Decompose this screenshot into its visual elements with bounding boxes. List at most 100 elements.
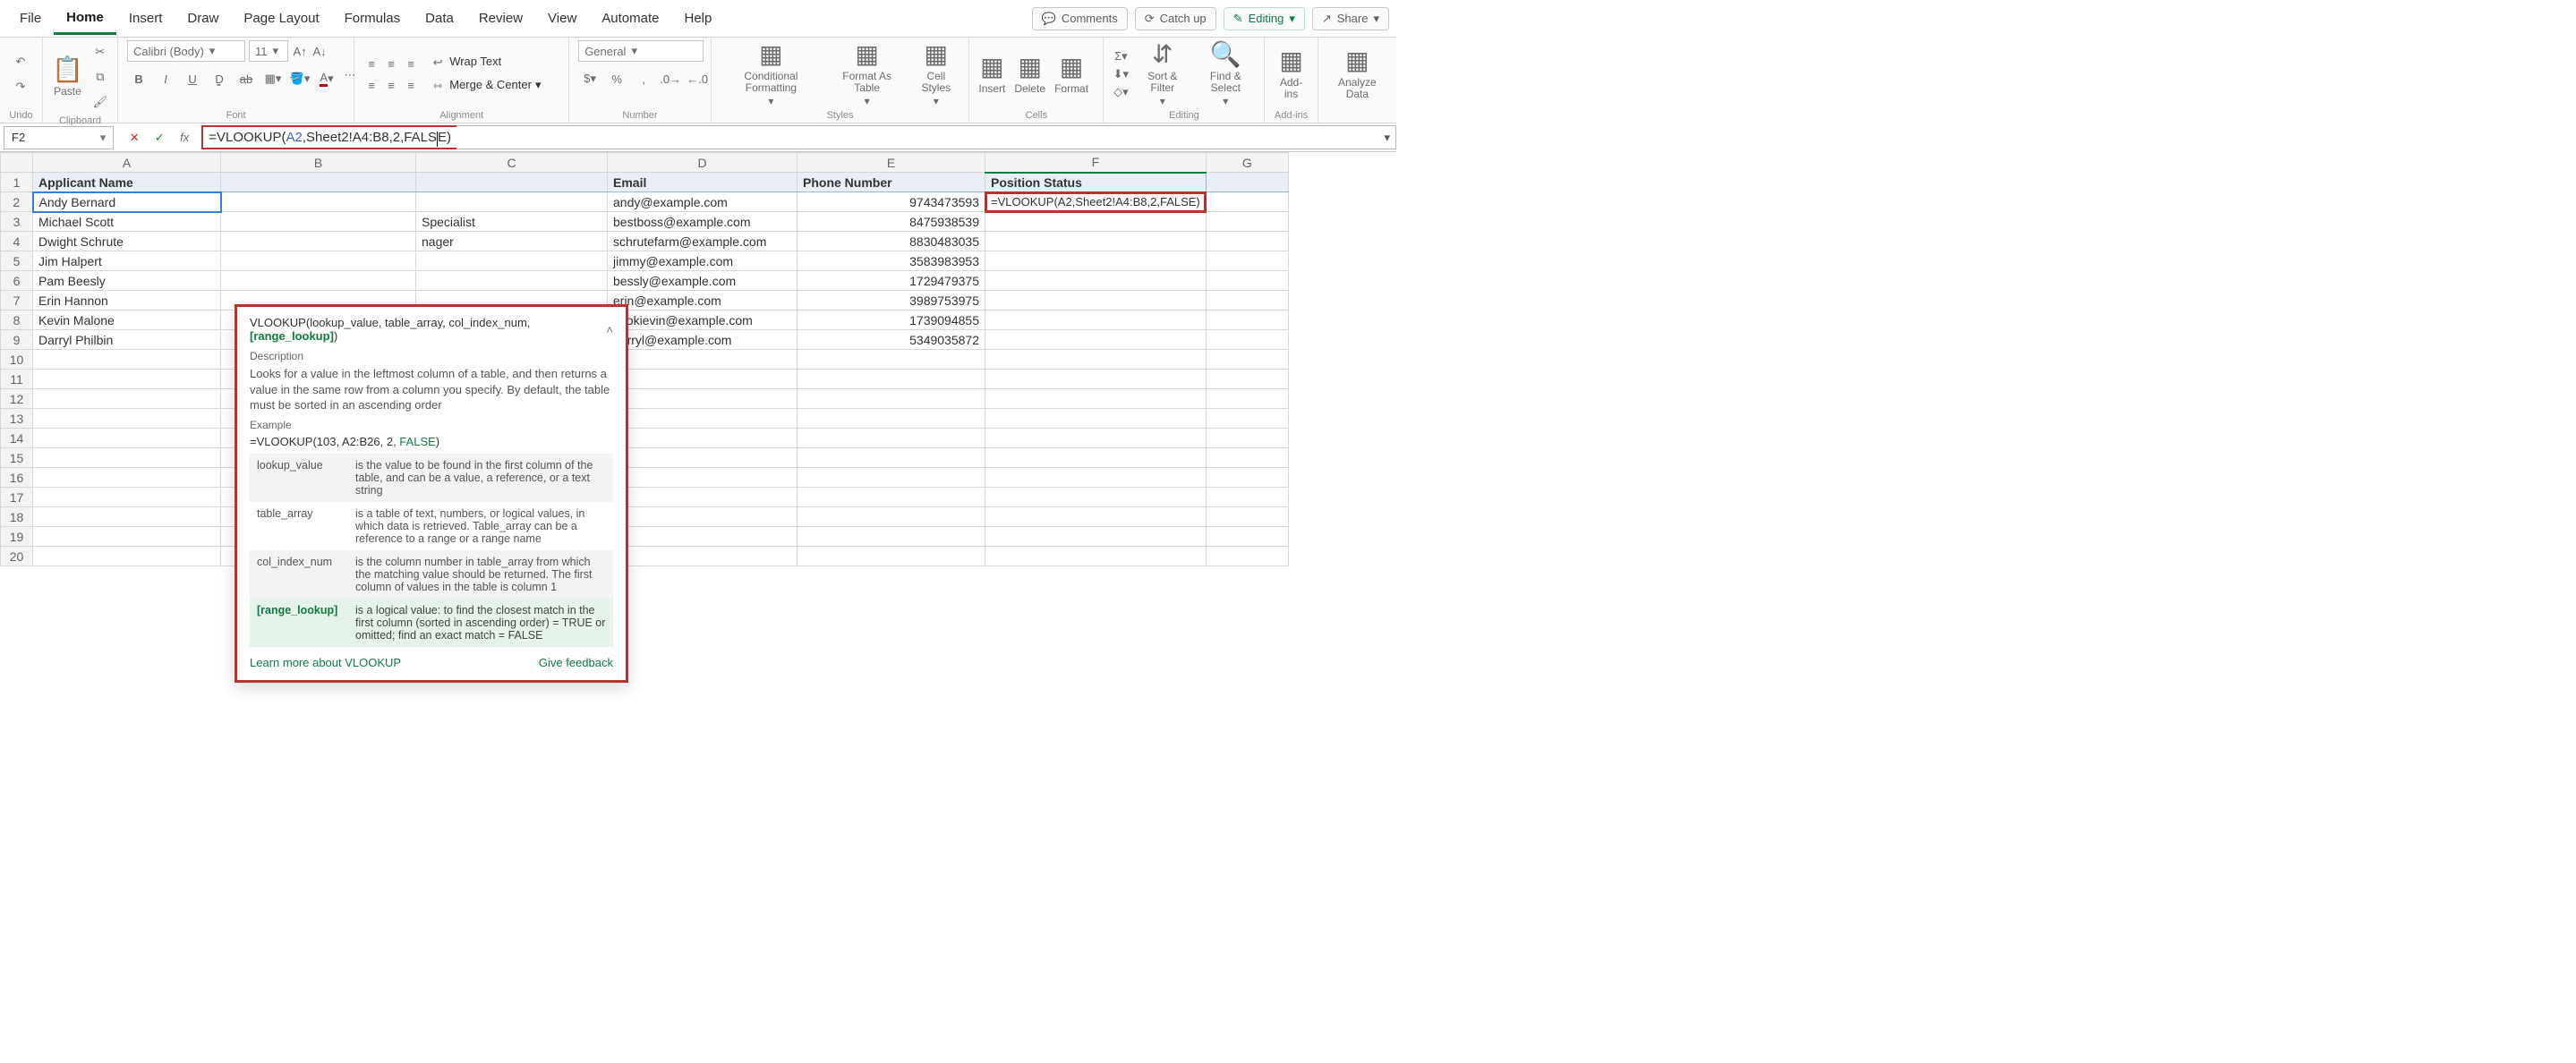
cell[interactable] [985,507,1207,527]
cell[interactable] [33,370,221,389]
merge-center-button[interactable]: ⇿Merge & Center ▾ [430,78,541,94]
paste-icon[interactable]: 📋 [52,56,83,84]
format-cells-button[interactable]: ▦Format [1054,54,1088,95]
font-size-select[interactable]: 11 ▾ [249,40,288,62]
underline-icon[interactable]: U [181,67,204,90]
cell-styles-button[interactable]: ▦ Cell Styles▾ [912,41,960,107]
cell[interactable] [33,350,221,370]
percent-icon[interactable]: % [605,67,628,90]
cell[interactable]: darryl@example.com [608,330,798,350]
row-header[interactable]: 16 [1,468,33,488]
row-header[interactable]: 10 [1,350,33,370]
cell[interactable] [1206,232,1288,251]
cell[interactable]: Jim Halpert [33,251,221,271]
cell[interactable] [1206,429,1288,448]
cell[interactable] [985,429,1207,448]
align-bottom-icon[interactable]: ≡ [403,55,419,72]
cell[interactable] [798,527,985,547]
menu-formulas[interactable]: Formulas [332,4,414,33]
double-underline-icon[interactable]: D̳ [208,67,231,90]
row-header[interactable]: 15 [1,448,33,468]
cell[interactable] [798,350,985,370]
cell[interactable] [33,547,221,566]
cell[interactable] [1206,310,1288,330]
cell[interactable] [608,389,798,409]
cell[interactable] [1206,468,1288,488]
row-header[interactable]: 2 [1,192,33,212]
cell[interactable]: 9743473593 [798,192,985,212]
copy-icon[interactable]: ⧉ [89,65,112,89]
decrease-font-icon[interactable]: A↓ [311,43,328,59]
col-header-C[interactable]: C [416,153,608,173]
cell[interactable] [1206,409,1288,429]
cell[interactable]: Darryl Philbin [33,330,221,350]
cell[interactable] [608,488,798,507]
menu-review[interactable]: Review [466,4,535,33]
cell[interactable]: Kevin Malone [33,310,221,330]
clear-icon[interactable]: ◇▾ [1113,84,1129,100]
cell[interactable]: =VLOOKUP(A2,Sheet2!A4:B8,2,FALSE) [985,192,1207,212]
cell[interactable]: bestboss@example.com [608,212,798,232]
cell[interactable] [416,271,608,291]
cell[interactable] [33,448,221,468]
cell[interactable]: 5349035872 [798,330,985,350]
header-cell[interactable] [1206,173,1288,192]
header-cell[interactable]: Email [608,173,798,192]
header-cell[interactable] [221,173,416,192]
sort-filter-button[interactable]: ⇵Sort & Filter▾ [1136,41,1189,107]
comments-button[interactable]: 💬Comments [1032,7,1128,30]
collapse-tooltip-icon[interactable]: ˄ [606,323,613,336]
cell[interactable] [798,429,985,448]
menu-help[interactable]: Help [672,4,725,33]
strikethrough-icon[interactable]: ab [235,67,258,90]
autosum-icon[interactable]: Σ▾ [1113,48,1129,64]
align-right-icon[interactable]: ≡ [403,77,419,93]
cells-grid[interactable]: A B C D E F G 1Applicant NameEmailPhone … [0,152,1289,566]
cell[interactable] [1206,448,1288,468]
cell[interactable] [798,488,985,507]
cell[interactable]: nager [416,232,608,251]
cell[interactable] [985,310,1207,330]
menu-insert[interactable]: Insert [116,4,175,33]
format-painter-icon[interactable]: 🖌 [89,90,112,114]
cell[interactable] [1206,291,1288,310]
increase-decimal-icon[interactable]: .0→ [659,67,682,90]
cell[interactable] [985,212,1207,232]
row-header[interactable]: 14 [1,429,33,448]
cell[interactable] [985,527,1207,547]
cell[interactable] [985,389,1207,409]
cell[interactable] [608,547,798,566]
align-center-icon[interactable]: ≡ [383,77,399,93]
cell[interactable]: Dwight Schrute [33,232,221,251]
menu-page-layout[interactable]: Page Layout [231,4,331,33]
menu-automate[interactable]: Automate [589,4,671,33]
col-header-D[interactable]: D [608,153,798,173]
cell[interactable] [1206,330,1288,350]
cell[interactable] [608,409,798,429]
cell[interactable] [798,448,985,468]
col-header-E[interactable]: E [798,153,985,173]
cell[interactable]: schrutefarm@example.com [608,232,798,251]
fill-icon[interactable]: ⬇▾ [1113,66,1129,82]
cell[interactable] [798,409,985,429]
cell[interactable] [985,488,1207,507]
header-cell[interactable] [416,173,608,192]
row-header[interactable]: 11 [1,370,33,389]
menu-home[interactable]: Home [54,3,116,35]
formula-bar-expand[interactable]: ▾ [456,125,1396,149]
cell[interactable] [33,488,221,507]
cell[interactable] [1206,547,1288,566]
conditional-formatting-button[interactable]: ▦ Conditional Formatting▾ [721,41,822,107]
row-header[interactable]: 3 [1,212,33,232]
wrap-text-button[interactable]: ↩Wrap Text [430,55,541,71]
cell[interactable] [221,232,416,251]
enter-edit-icon[interactable]: ✓ [151,130,167,146]
cell[interactable] [985,232,1207,251]
increase-font-icon[interactable]: A↑ [292,43,308,59]
row-header[interactable]: 17 [1,488,33,507]
cell[interactable]: 3583983953 [798,251,985,271]
cell[interactable] [1206,251,1288,271]
cell[interactable] [221,251,416,271]
cell[interactable] [1206,527,1288,547]
col-header-F[interactable]: F [985,153,1207,173]
